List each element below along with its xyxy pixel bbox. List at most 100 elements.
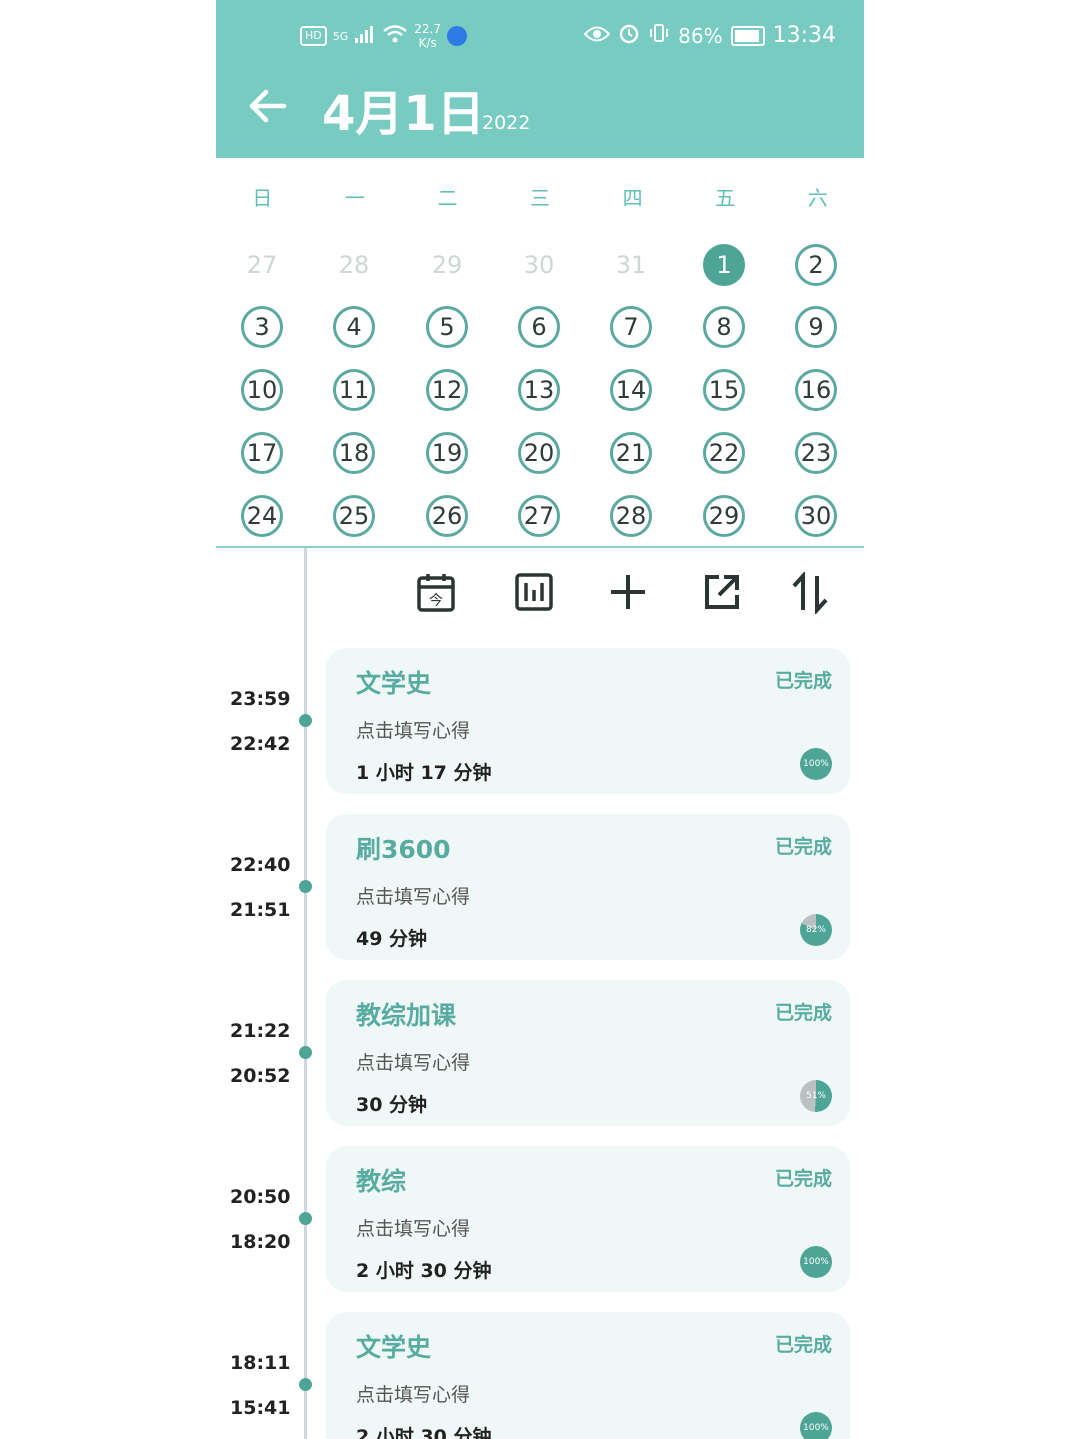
calendar-day[interactable]: 27: [241, 244, 283, 286]
battery-percent: 86%: [678, 23, 723, 48]
status-right: 86% 13:34: [583, 22, 836, 49]
weekday-row: 日一二三四五六: [216, 182, 864, 211]
calendar-day[interactable]: 25: [333, 495, 375, 537]
entry-start-time: 18:11: [230, 1352, 291, 1374]
entry-name: 文学史: [356, 669, 432, 698]
entry-duration: 2 小时 30 分钟: [356, 1260, 492, 1282]
alarm-icon: [618, 22, 640, 49]
timeline-dot: [299, 1046, 312, 1059]
entry-end-time: 15:41: [230, 1397, 291, 1419]
entry-status: 已完成: [774, 836, 832, 858]
calendar-day[interactable]: 9: [795, 306, 837, 348]
calendar-day[interactable]: 28: [333, 244, 375, 286]
calendar-day[interactable]: 20: [518, 432, 560, 474]
timeline-line: [304, 548, 307, 1439]
calendar-day[interactable]: 21: [610, 432, 652, 474]
year-label: 2022: [482, 112, 531, 134]
entry-note-link[interactable]: 点击填写心得: [356, 882, 470, 909]
entry-status: 已完成: [774, 670, 832, 692]
calendar-day[interactable]: 26: [426, 495, 468, 537]
entry-card[interactable]: 文学史 已完成 点击填写心得 2 小时 30 分钟 100%: [326, 1312, 850, 1439]
calendar-today-icon[interactable]: 今: [414, 572, 458, 616]
progress-pie-icon: 82%: [800, 914, 832, 946]
entry-start-time: 22:40: [230, 854, 291, 876]
entry-start-time: 20:50: [230, 1186, 291, 1208]
timeline-dot: [299, 1378, 312, 1391]
entry-note-link[interactable]: 点击填写心得: [356, 716, 470, 743]
progress-pie-icon: 51%: [800, 1080, 832, 1112]
network-type: 5G: [332, 29, 349, 43]
calendar-day[interactable]: 2: [795, 244, 837, 286]
hd-badge: HD: [300, 26, 327, 46]
plus-icon[interactable]: [606, 572, 650, 616]
share-external-icon[interactable]: [700, 572, 744, 616]
entry-status: 已完成: [774, 1002, 832, 1024]
entry-note-link[interactable]: 点击填写心得: [356, 1048, 470, 1075]
calendar-day[interactable]: 6: [518, 306, 560, 348]
calendar-day[interactable]: 30: [518, 244, 560, 286]
calendar-day[interactable]: 12: [426, 369, 468, 411]
entry-card[interactable]: 教综加课 已完成 点击填写心得 30 分钟 51%: [326, 980, 850, 1126]
calendar-day[interactable]: 30: [795, 495, 837, 537]
entry-card[interactable]: 刷3600 已完成 点击填写心得 49 分钟 82%: [326, 814, 850, 960]
entry-name: 刷3600: [356, 835, 451, 864]
calendar-day[interactable]: 10: [241, 369, 283, 411]
clock: 13:34: [772, 23, 836, 48]
status-bar: HD 5G 22.7 K/s 86% 13:34: [216, 22, 864, 58]
signal-icon: [354, 24, 376, 49]
vibrate-icon: [648, 22, 670, 49]
entry-name: 教综: [356, 1167, 407, 1196]
calendar-divider: [216, 546, 864, 548]
today-glyph: 今: [429, 593, 443, 609]
entry-duration: 2 小时 30 分钟: [356, 1426, 492, 1439]
entry-status: 已完成: [774, 1168, 832, 1190]
weekday-label: 三: [530, 186, 551, 210]
calendar-day[interactable]: 24: [241, 495, 283, 537]
calendar-day[interactable]: 3: [241, 306, 283, 348]
progress-pie-icon: 100%: [800, 1412, 832, 1439]
calendar-day[interactable]: 16: [795, 369, 837, 411]
calendar-day[interactable]: 15: [703, 369, 745, 411]
entry-duration: 30 分钟: [356, 1094, 428, 1116]
calendar-day[interactable]: 11: [333, 369, 375, 411]
timeline-dot: [299, 880, 312, 893]
weekday-label: 五: [715, 186, 736, 210]
calendar-day[interactable]: 13: [518, 369, 560, 411]
weekday-label: 六: [807, 186, 828, 210]
network-speed: 22.7 K/s: [414, 22, 441, 50]
calendar-day[interactable]: 14: [610, 369, 652, 411]
calendar-day[interactable]: 31: [610, 244, 652, 286]
timeline-dot: [299, 1212, 312, 1225]
calendar-day[interactable]: 1: [703, 244, 745, 286]
sort-icon[interactable]: [788, 570, 832, 616]
entry-duration: 1 小时 17 分钟: [356, 762, 492, 784]
app-screen: HD 5G 22.7 K/s 86% 13:34 4月1日 2022 日 一 二…: [216, 0, 864, 1439]
calendar-day[interactable]: 4: [333, 306, 375, 348]
weekday-label: 二: [437, 186, 458, 210]
app-header: HD 5G 22.7 K/s 86% 13:34 4月1日 2022: [216, 0, 864, 158]
chart-bars-icon[interactable]: [512, 572, 556, 616]
calendar-day[interactable]: 29: [703, 495, 745, 537]
calendar-day[interactable]: 18: [333, 432, 375, 474]
calendar-day[interactable]: 29: [426, 244, 468, 286]
calendar-day[interactable]: 28: [610, 495, 652, 537]
entry-note-link[interactable]: 点击填写心得: [356, 1214, 470, 1241]
speed-value: 22.7: [414, 22, 441, 36]
calendar-day[interactable]: 5: [426, 306, 468, 348]
entry-start-time: 23:59: [230, 688, 291, 710]
entry-card[interactable]: 文学史 已完成 点击填写心得 1 小时 17 分钟 100%: [326, 648, 850, 794]
calendar-day[interactable]: 17: [241, 432, 283, 474]
calendar-day[interactable]: 8: [703, 306, 745, 348]
entry-end-time: 20:52: [230, 1065, 291, 1087]
entry-note-link[interactable]: 点击填写心得: [356, 1380, 470, 1407]
calendar-day[interactable]: 27: [518, 495, 560, 537]
calendar-day[interactable]: 19: [426, 432, 468, 474]
arrow-left-icon[interactable]: [248, 86, 288, 136]
calendar-day[interactable]: 23: [795, 432, 837, 474]
calendar-day[interactable]: 7: [610, 306, 652, 348]
status-left: HD 5G 22.7 K/s: [300, 22, 467, 50]
calendar-day[interactable]: 22: [703, 432, 745, 474]
entry-end-time: 22:42: [230, 733, 291, 755]
entry-end-time: 18:20: [230, 1231, 291, 1253]
entry-card[interactable]: 教综 已完成 点击填写心得 2 小时 30 分钟 100%: [326, 1146, 850, 1292]
